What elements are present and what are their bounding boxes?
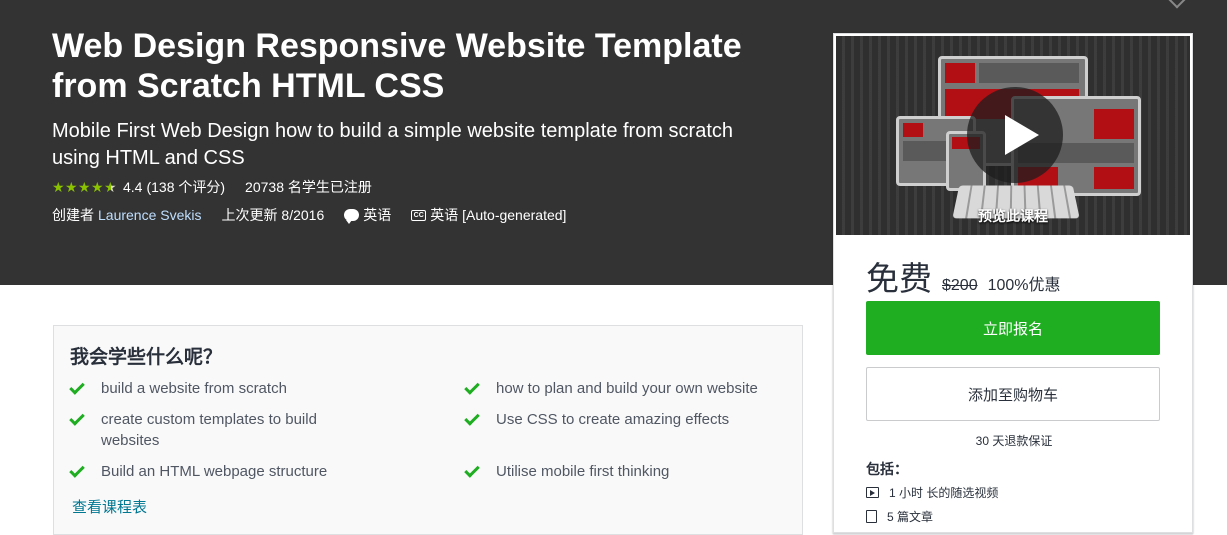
money-back-guarantee: 30 天退款保证 [975, 434, 1053, 448]
what-you-will-learn: 我会学些什么呢？ build a website from scratch ho… [53, 325, 803, 535]
star-icon: ★ [65, 178, 78, 195]
discount-label: 100%优惠 [987, 277, 1061, 294]
add-to-cart-button[interactable]: 添加至购物车 [866, 367, 1160, 421]
author-link[interactable]: Laurence Svekis [98, 207, 202, 223]
rating-value: 4.4 [123, 179, 143, 195]
last-updated: 上次更新 8/2016 [221, 207, 325, 223]
current-price: 免费 [866, 259, 932, 298]
rating-count[interactable]: (138 个评分) [146, 177, 225, 197]
checkmark-icon [69, 410, 85, 426]
checkmark-icon [69, 379, 85, 395]
view-curriculum-link[interactable]: 查看课程表 [72, 496, 147, 517]
star-icon: ★ [52, 178, 65, 195]
rating-row: ★ ★ ★ ★ ★ 4.4 (138 个评分) 20738 名学生已注册 [52, 177, 372, 197]
course-meta: 创建者 Laurence Svekis 上次更新 8/2016 英语 CC 英语… [52, 205, 566, 225]
created-by-label: 创建者 [52, 207, 94, 223]
star-icon: ★ [91, 178, 104, 195]
purchase-sidebar: 预览此课程 免费 $200 100%优惠 立即报名 添加至购物车 30 天退款保… [833, 33, 1193, 533]
includes-item-video: 1 小时 长的随选视频 [866, 484, 998, 501]
checkmark-icon [69, 462, 85, 478]
includes-title: 包括： [866, 461, 908, 477]
enroll-now-button[interactable]: 立即报名 [866, 301, 1160, 355]
captions-language: 英语 [Auto-generated] [430, 207, 567, 223]
learn-item: Use CSS to create amazing effects [464, 409, 795, 430]
includes-item-label: 1 小时 长的随选视频 [889, 486, 999, 500]
chevron-down-icon[interactable] [1168, 0, 1186, 9]
speech-bubble-icon [344, 209, 360, 224]
closed-captions-icon: CC [411, 209, 427, 221]
learn-item: Build an HTML webpage structure [69, 461, 360, 482]
half-star-icon: ★ [104, 178, 117, 195]
star-icon: ★ [78, 178, 91, 195]
includes-item-label: 5 篇文章 [887, 510, 934, 524]
learn-item-label: how to plan and build your own website [496, 380, 758, 397]
preview-course-label: 预览此课程 [978, 208, 1048, 224]
learn-title: 我会学些什么呢？ [70, 346, 223, 368]
play-icon[interactable] [967, 87, 1063, 183]
checkmark-icon [464, 379, 480, 395]
learn-item: create custom templates to build website… [69, 409, 360, 451]
rating-stars: ★ ★ ★ ★ ★ [52, 178, 117, 195]
original-price: $200 [942, 277, 978, 294]
enrolled-count: 20738 名学生已注册 [245, 179, 372, 195]
course-language: 英语 [363, 207, 392, 223]
learn-item: build a website from scratch [69, 378, 360, 399]
checkmark-icon [464, 462, 480, 478]
course-title: Web Design Responsive Website Template f… [52, 27, 742, 105]
learn-item-label: Use CSS to create amazing effects [496, 411, 730, 428]
learn-item: how to plan and build your own website [464, 378, 795, 399]
learn-item-label: Build an HTML webpage structure [101, 463, 328, 480]
learn-item-label: build a website from scratch [101, 380, 287, 397]
learn-item-label: create custom templates to build website… [101, 411, 317, 449]
checkmark-icon [464, 410, 480, 426]
course-preview-video[interactable]: 预览此课程 [836, 36, 1190, 235]
document-icon [866, 510, 877, 523]
learn-item: Utilise mobile first thinking [464, 461, 795, 482]
video-icon [866, 487, 879, 498]
includes-item-articles: 5 篇文章 [866, 508, 933, 525]
course-subtitle: Mobile First Web Design how to build a s… [52, 120, 734, 169]
price-row: 免费 $200 100%优惠 [866, 252, 1061, 298]
learn-item-label: Utilise mobile first thinking [496, 463, 670, 480]
